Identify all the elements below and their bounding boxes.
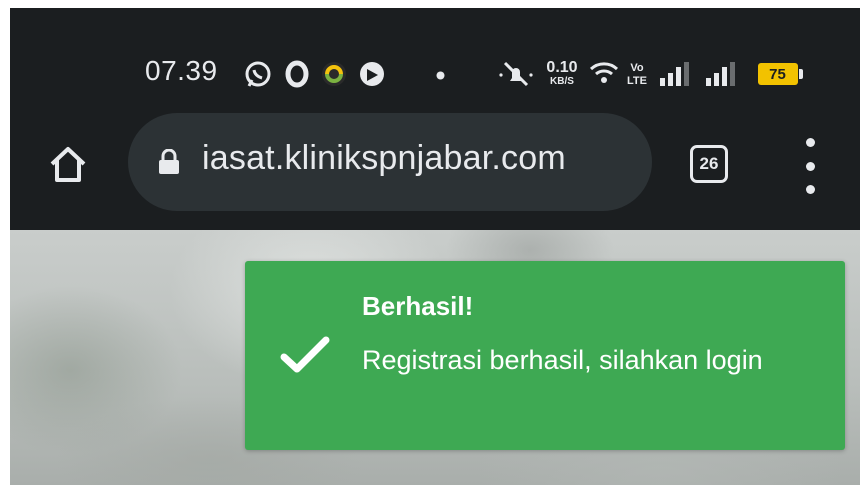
- address-bar[interactable]: iasat.klinikspnjabar.com: [128, 113, 652, 211]
- network-speed: 0.10 KB/S: [542, 56, 582, 92]
- success-toast[interactable]: Berhasil! Registrasi berhasil, silahkan …: [245, 261, 845, 450]
- mute-icon: [498, 58, 534, 90]
- volte-label-top: Vo: [630, 62, 644, 74]
- url-text[interactable]: iasat.klinikspnjabar.com: [202, 139, 566, 178]
- more-menu-button[interactable]: [800, 138, 820, 194]
- status-time: 07.39: [145, 55, 218, 86]
- volte-icon: Vo LTE: [624, 58, 650, 92]
- menu-dot: [805, 185, 815, 194]
- check-icon: [280, 336, 330, 373]
- notification-icon: [318, 58, 350, 90]
- volte-label-bottom: LTE: [627, 75, 647, 87]
- signal-icon: [704, 60, 744, 88]
- status-bar: 07.39 0.10 KB/S Vo LTE 75: [10, 8, 860, 108]
- battery-tip: [798, 69, 803, 79]
- signal-icon: [658, 60, 698, 88]
- browser-chrome: 07.39 0.10 KB/S Vo LTE 75 iasat.kliniksp…: [10, 8, 860, 230]
- dot-icon: [435, 70, 445, 80]
- wifi-icon: [588, 58, 620, 88]
- menu-dot: [805, 161, 815, 171]
- toast-message: Registrasi berhasil, silahkan login: [362, 345, 763, 375]
- battery-icon: 75: [756, 60, 804, 88]
- toast-title: Berhasil!: [362, 291, 474, 321]
- battery-level: 75: [757, 63, 798, 85]
- app-icon: [356, 58, 388, 90]
- lock-icon: [159, 149, 179, 174]
- network-speed-unit: KB/S: [550, 76, 574, 87]
- opera-icon: [282, 58, 312, 90]
- network-speed-value: 0.10: [546, 59, 578, 76]
- home-button[interactable]: [40, 136, 96, 192]
- whatsapp-icon: [242, 58, 274, 90]
- tab-switcher-button[interactable]: 26: [690, 145, 728, 183]
- menu-dot: [805, 138, 815, 147]
- home-icon: [50, 147, 86, 182]
- browser-toolbar: iasat.klinikspnjabar.com 26: [10, 108, 860, 230]
